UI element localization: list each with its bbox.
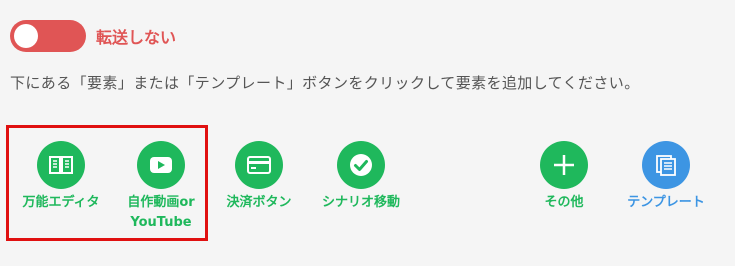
payment-circle <box>235 141 283 189</box>
video-play-icon <box>150 157 172 173</box>
template-button[interactable]: テンプレート <box>614 141 718 213</box>
scenario-move-label: シナリオ移動 <box>321 195 400 210</box>
universal-editor-circle <box>37 141 85 189</box>
payment-button[interactable]: 決済ボタン <box>216 141 302 213</box>
payment-label: 決済ボタン <box>226 195 292 210</box>
video-youtube-label: 自作動画or YouTube <box>127 193 194 233</box>
video-youtube-circle <box>137 141 185 189</box>
transfer-toggle[interactable] <box>10 20 86 52</box>
instruction-text: 下にある「要素」または「テンプレート」ボタンをクリックして要素を追加してください… <box>10 74 640 92</box>
universal-editor-button[interactable]: 万能エディタ <box>14 141 108 213</box>
video-youtube-label-line2: YouTube <box>130 215 192 230</box>
check-icon <box>350 154 372 176</box>
book-icon <box>49 156 73 174</box>
transfer-toggle-row: 転送しない <box>10 20 176 52</box>
credit-card-icon <box>247 156 271 174</box>
scenario-move-button[interactable]: シナリオ移動 <box>310 141 412 213</box>
video-youtube-button[interactable]: 自作動画or YouTube <box>116 141 206 233</box>
transfer-toggle-label: 転送しない <box>96 28 177 47</box>
scenario-move-circle <box>337 141 385 189</box>
universal-editor-label: 万能エディタ <box>22 195 100 210</box>
other-button[interactable]: その他 <box>532 141 596 213</box>
template-pages-icon <box>656 155 676 176</box>
toggle-knob <box>14 24 38 48</box>
other-circle <box>540 141 588 189</box>
plus-icon <box>554 155 574 175</box>
template-circle <box>642 141 690 189</box>
template-label: テンプレート <box>627 195 705 210</box>
video-youtube-label-line1: 自作動画or <box>127 195 195 210</box>
other-label: その他 <box>544 195 584 210</box>
